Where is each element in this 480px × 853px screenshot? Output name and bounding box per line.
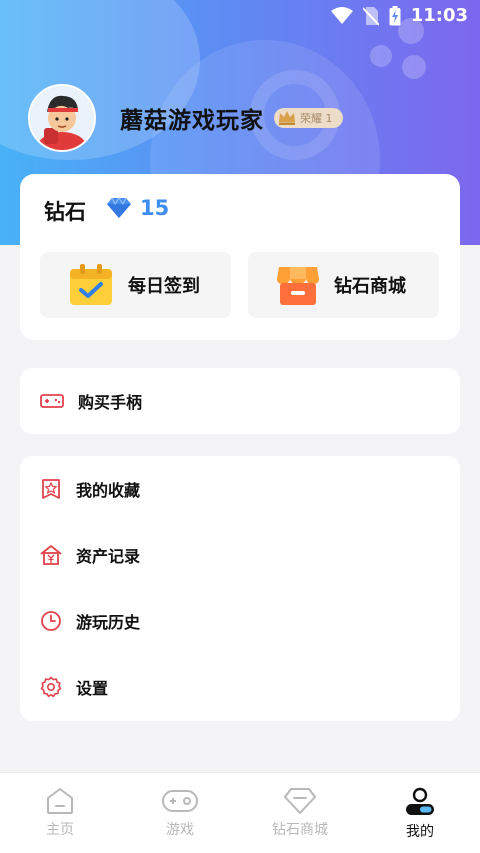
nav-tab-label: 主页 [46, 822, 74, 838]
star-bookmark-icon [42, 479, 60, 499]
menu-group-account: 我的收藏 资产记录 游玩历史 设置 [20, 456, 460, 721]
menu-item-label: 游玩历史 [76, 613, 141, 632]
controller-icon [162, 790, 198, 812]
avatar-image [30, 86, 94, 150]
status-bar: 11:03 [0, 0, 480, 32]
level-badge: 荣耀 1 [274, 108, 343, 128]
diamond-shop-button[interactable]: 钻石商城 [248, 252, 439, 318]
no-sim-icon [362, 6, 379, 26]
calendar-check-icon [70, 264, 112, 305]
user-icon [406, 787, 434, 815]
nav-tab-diamond-shop[interactable]: 钻石商城 [240, 773, 360, 853]
menu-item-asset-records[interactable]: 资产记录 [20, 522, 460, 588]
shop-icon [277, 267, 319, 305]
diamond-icon [284, 788, 316, 814]
battery-icon [389, 5, 401, 25]
nav-tab-home[interactable]: 主页 [0, 773, 120, 853]
wifi-icon [330, 6, 353, 24]
menu-group-shop: 购买手柄 [20, 368, 460, 434]
asset-record-icon [40, 545, 62, 565]
clock-icon [41, 611, 61, 631]
menu-item-play-history[interactable]: 游玩历史 [20, 588, 460, 654]
bottom-nav: 主页 游戏 钻石商城 我的 [0, 772, 480, 853]
diamond-gem-icon [107, 197, 131, 218]
diamond-count: 15 [140, 196, 170, 220]
gamepad-icon [40, 394, 64, 408]
nav-tab-label: 钻石商城 [272, 822, 328, 838]
menu-item-label: 我的收藏 [76, 481, 141, 500]
crown-icon [279, 111, 295, 125]
gear-icon [40, 676, 62, 698]
avatar[interactable] [28, 84, 96, 152]
diamond-shop-label: 钻石商城 [334, 276, 406, 297]
nav-tab-me[interactable]: 我的 [360, 773, 480, 853]
username: 蘑菇游戏玩家 [120, 108, 264, 134]
menu-item-label: 资产记录 [76, 547, 141, 566]
menu-item-label: 设置 [76, 679, 109, 698]
nav-tab-label: 游戏 [166, 822, 194, 838]
nav-tab-label: 我的 [406, 824, 434, 840]
decor-dot [370, 45, 392, 67]
badge-label: 荣耀 1 [300, 112, 333, 125]
menu-item-favorites[interactable]: 我的收藏 [20, 456, 460, 522]
daily-checkin-label: 每日签到 [128, 276, 200, 297]
menu-item-buy-controller[interactable]: 购买手柄 [20, 368, 460, 434]
status-time: 11:03 [410, 5, 468, 26]
decor-dot [402, 55, 426, 79]
menu-item-label: 购买手柄 [78, 393, 143, 412]
daily-checkin-button[interactable]: 每日签到 [40, 252, 231, 318]
profile-header[interactable]: 蘑菇游戏玩家 荣耀 1 [28, 84, 343, 152]
diamond-card: 钻石 15 每日签到 钻石商城 [20, 174, 460, 340]
home-icon [47, 788, 73, 814]
menu-item-settings[interactable]: 设置 [20, 654, 460, 720]
nav-tab-games[interactable]: 游戏 [120, 773, 240, 853]
diamond-label: 钻石 [44, 200, 86, 224]
